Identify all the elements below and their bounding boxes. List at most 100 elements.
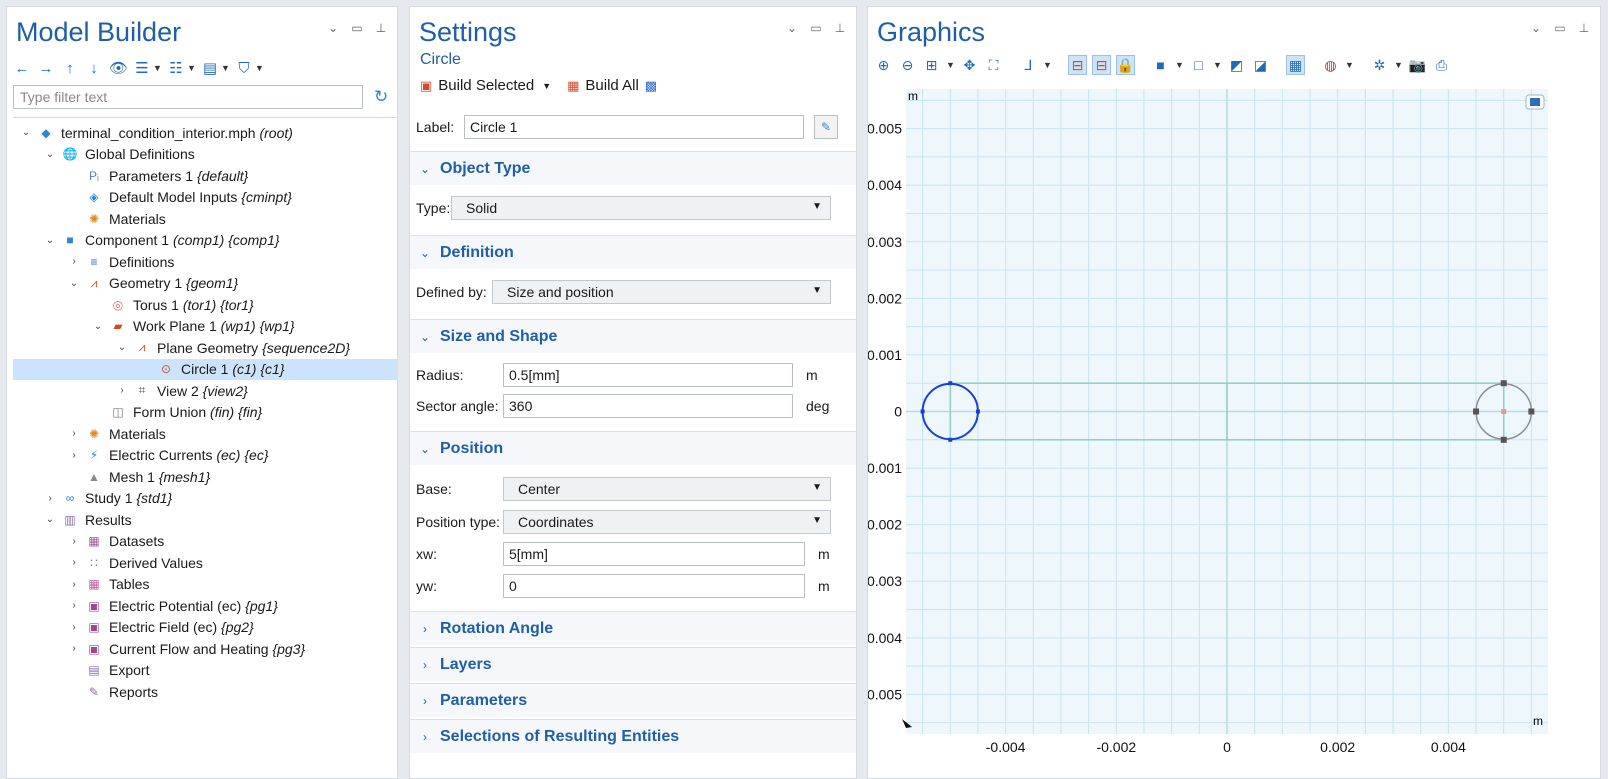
chevron-down-icon[interactable]: ▼ (153, 63, 162, 73)
maximize-icon[interactable]: ▭ (1552, 21, 1568, 35)
tree-item[interactable]: ⌄ ▰ Work Plane 1 (wp1) {wp1} (13, 316, 398, 338)
select-all-icon[interactable]: ◩ (1227, 55, 1246, 75)
chevron-down-icon[interactable]: ▼ (1394, 60, 1403, 70)
chevron-right-icon[interactable]: › (67, 428, 81, 439)
pin-icon[interactable]: ⊥ (832, 21, 848, 35)
tree-item[interactable]: › ✺ Materials (13, 423, 398, 445)
chevron-down-icon[interactable]: ▼ (946, 60, 955, 70)
move-up-icon[interactable]: ↑ (61, 60, 79, 77)
tree-item[interactable]: › ∷ Derived Values (13, 552, 398, 574)
tree-item[interactable]: ⌄ ⩘ Plane Geometry {sequence2D} (13, 337, 398, 359)
radius-input[interactable]: 0.5[mm] (503, 363, 793, 387)
chevron-right-icon[interactable]: › (115, 385, 129, 396)
zoom-selected-icon[interactable]: ✥ (960, 55, 979, 75)
yw-input[interactable]: 0 (503, 574, 805, 598)
section-size-shape[interactable]: ⌄ Size and Shape (410, 319, 856, 353)
graphics-update-icon[interactable]: ▩ (645, 78, 657, 94)
chevron-down-icon[interactable]: ⌄ (115, 342, 129, 353)
section-object-type[interactable]: ⌄ Object Type (410, 151, 856, 185)
chevron-down-icon[interactable]: ⌄ (784, 21, 800, 35)
collapse-icon[interactable]: ☷ (167, 59, 185, 77)
render-icon[interactable]: ◍ (1321, 55, 1340, 75)
chevron-down-icon[interactable]: ⌄ (43, 514, 57, 525)
clear-selection-icon[interactable]: ◪ (1251, 55, 1270, 75)
expand-icon[interactable]: ☰ (133, 59, 151, 77)
print-icon[interactable]: ⎙ (1432, 55, 1451, 75)
deselect-icon[interactable]: □ (1189, 55, 1208, 75)
tree-item[interactable]: › ⚡ Electric Currents (ec) {ec} (13, 445, 398, 467)
tree-item[interactable]: › ∞ Study 1 {std1} (13, 488, 398, 510)
maximize-icon[interactable]: ▭ (349, 21, 365, 35)
show-icon[interactable]: 👁 (109, 59, 128, 77)
tree-item[interactable]: › ≡ Definitions (13, 251, 398, 273)
refresh-icon[interactable]: ↻ (374, 87, 388, 107)
tree-item[interactable]: › ▣ Electric Field (ec) {pg2} (13, 617, 398, 639)
chevron-right-icon[interactable]: › (43, 493, 57, 504)
tree-item[interactable]: ⌄ ◆ terminal_condition_interior.mph (root) (13, 122, 398, 144)
select-boundaries-icon[interactable]: ⊟ (1092, 55, 1111, 75)
edit-label-icon[interactable]: ✎ (814, 115, 838, 139)
chevron-right-icon[interactable]: › (67, 256, 81, 267)
scene-light-icon[interactable]: ✲ (1370, 55, 1389, 75)
view-cube-icon[interactable] (1525, 94, 1545, 110)
zoom-out-icon[interactable]: ⊖ (898, 55, 917, 75)
camera-icon[interactable]: 📷 (1408, 55, 1427, 75)
tree-item[interactable]: › ▣ Current Flow and Heating {pg3} (13, 638, 398, 660)
graphics-canvas[interactable]: -0.004 -0.002 0 0.002 0.004 0.005 0.004 0.003 0.… (868, 87, 1600, 777)
filter-input[interactable] (13, 85, 363, 109)
section-parameters[interactable]: › Parameters (410, 683, 856, 717)
move-down-icon[interactable]: ↓ (85, 60, 103, 77)
zoom-extents-icon[interactable]: ⛶ (984, 55, 1003, 75)
position-type-select[interactable]: Coordinates ▼ (503, 510, 831, 534)
tree-item[interactable]: ◫ Form Union (fin) {fin} (13, 402, 398, 424)
build-selected-icon[interactable]: ▣ (420, 78, 432, 94)
chevron-down-icon[interactable]: ▼ (1043, 60, 1052, 70)
chevron-down-icon[interactable]: ⌄ (325, 21, 341, 35)
zoom-in-icon[interactable]: ⊕ (874, 55, 893, 75)
chevron-down-icon[interactable]: ▼ (1175, 60, 1184, 70)
base-select[interactable]: Center ▼ (503, 477, 831, 501)
tree-item[interactable]: ⊙ Circle 1 (c1) {c1} (13, 358, 398, 380)
chevron-down-icon[interactable]: ▼ (187, 63, 196, 73)
chevron-right-icon[interactable]: › (67, 557, 81, 568)
section-rotation-angle[interactable]: › Rotation Angle (410, 611, 856, 645)
tree-item[interactable]: ⌄ ■ Component 1 (comp1) {comp1} (13, 230, 398, 252)
type-select[interactable]: Solid ▼ (451, 196, 831, 220)
select-box-icon[interactable]: ■ (1151, 55, 1170, 75)
chevron-right-icon[interactable]: › (67, 450, 81, 461)
tree-item[interactable]: › ▣ Electric Potential (ec) {pg1} (13, 595, 398, 617)
forward-arrow-icon[interactable]: → (37, 60, 55, 77)
chevron-down-icon[interactable]: ⌄ (43, 235, 57, 246)
maximize-icon[interactable]: ▭ (808, 21, 824, 35)
build-selected-button[interactable]: Build Selected (438, 77, 534, 94)
chevron-down-icon[interactable]: ⌄ (19, 127, 33, 138)
chevron-down-icon[interactable]: ▼ (1345, 60, 1354, 70)
section-selections[interactable]: › Selections of Resulting Entities (410, 719, 856, 753)
tree-item[interactable]: ✎ Reports (13, 681, 398, 703)
select-domains-icon[interactable]: ⊟ (1068, 55, 1087, 75)
chevron-right-icon[interactable]: › (67, 643, 81, 654)
tree-item[interactable]: ⌄ ▥ Results (13, 509, 398, 531)
chevron-down-icon[interactable]: ▼ (255, 63, 264, 73)
tree-item[interactable]: › ⌗ View 2 {view2} (13, 380, 398, 402)
chevron-down-icon[interactable]: ⌄ (43, 149, 57, 160)
chevron-down-icon[interactable]: ⌄ (91, 321, 105, 332)
build-all-icon[interactable]: ▦ (567, 78, 579, 94)
grid-icon[interactable]: ▦ (1286, 55, 1305, 75)
chevron-down-icon[interactable]: ▼ (542, 81, 551, 91)
chevron-down-icon[interactable]: ▼ (1213, 60, 1222, 70)
lock-icon[interactable]: 🔒 (1116, 55, 1135, 75)
pin-icon[interactable]: ⊥ (373, 21, 389, 35)
tree-item[interactable]: ⌄ ⩘ Geometry 1 {geom1} (13, 273, 398, 295)
tree-item[interactable]: ▲ Mesh 1 {mesh1} (13, 466, 398, 488)
label-input[interactable]: Circle 1 (464, 115, 804, 139)
tree-item[interactable]: ⌄ 🌐 Global Definitions (13, 144, 398, 166)
section-definition[interactable]: ⌄ Definition (410, 235, 856, 269)
zoom-box-icon[interactable]: ⊞ (922, 55, 941, 75)
defined-by-select[interactable]: Size and position ▼ (492, 280, 831, 304)
sector-angle-input[interactable]: 360 (503, 394, 793, 418)
tree-item[interactable]: ◎ Torus 1 (tor1) {tor1} (13, 294, 398, 316)
chevron-right-icon[interactable]: › (67, 622, 81, 633)
chevron-down-icon[interactable]: ▼ (221, 63, 230, 73)
xw-input[interactable]: 5[mm] (503, 542, 805, 566)
